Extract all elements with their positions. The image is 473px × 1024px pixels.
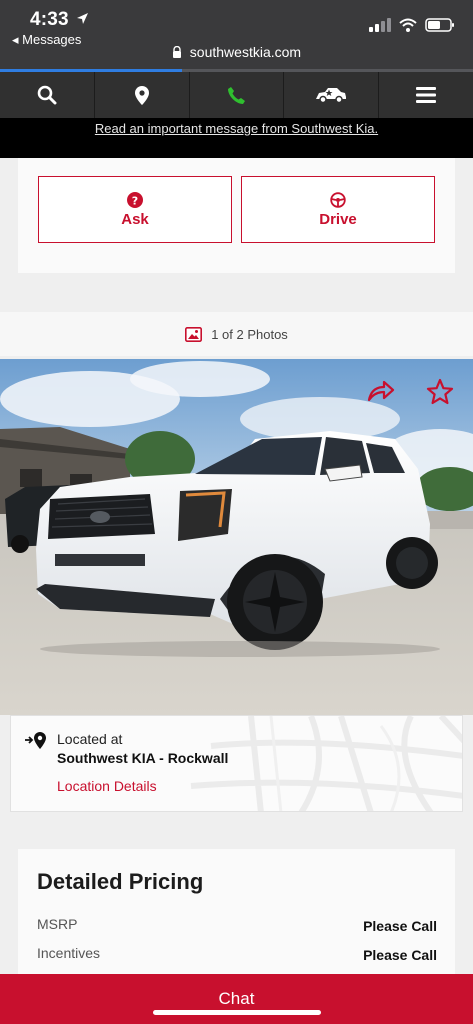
- drive-button[interactable]: Drive: [241, 176, 435, 243]
- location-label: Located at: [57, 731, 123, 747]
- browser-status-bar: 4:33 ◂ Messages southwestkia.com: [0, 0, 473, 72]
- chat-button[interactable]: Chat: [0, 974, 473, 1024]
- photo-count-bar: 1 of 2 Photos: [0, 312, 473, 356]
- signal-icon: [369, 18, 391, 32]
- incentives-value: Please Call: [363, 947, 437, 963]
- photo-icon: [185, 326, 203, 342]
- msrp-value: Please Call: [363, 918, 437, 934]
- search-icon: [37, 85, 57, 105]
- nav-menu-button[interactable]: [379, 72, 473, 118]
- msrp-label: MSRP: [37, 916, 78, 932]
- battery-icon: [425, 18, 454, 32]
- wifi-icon: [399, 18, 417, 32]
- ask-label: Ask: [121, 210, 149, 228]
- phone-icon: [227, 86, 245, 104]
- url-text: southwestkia.com: [189, 44, 302, 60]
- steering-wheel-icon: [330, 191, 346, 208]
- nav-phone-button[interactable]: [190, 72, 285, 118]
- important-message-link[interactable]: Read an important message from Southwest…: [95, 121, 378, 136]
- site-nav-bar: [0, 72, 473, 118]
- location-card: Located at Southwest KIA - Rockwall Loca…: [10, 715, 463, 812]
- lock-icon: [172, 45, 181, 58]
- question-icon: ?: [127, 191, 143, 208]
- drive-label: Drive: [319, 210, 357, 228]
- pricing-title: Detailed Pricing: [37, 869, 204, 894]
- home-indicator: [153, 1010, 321, 1015]
- svg-text:?: ?: [132, 194, 138, 207]
- ask-button[interactable]: ? Ask: [38, 176, 232, 243]
- incentives-label: Incentives: [37, 945, 101, 961]
- nav-location-button[interactable]: [95, 72, 190, 118]
- menu-icon: [416, 87, 437, 103]
- dealer-name: Southwest KIA - Rockwall: [57, 750, 229, 766]
- share-icon[interactable]: [367, 380, 395, 404]
- location-arrow-icon: [77, 13, 88, 24]
- action-card: ? Ask Drive: [18, 158, 455, 273]
- clock: 4:33: [30, 9, 69, 30]
- map-pin-icon: [134, 85, 149, 105]
- status-icons: [369, 18, 455, 32]
- location-details-link[interactable]: Location Details: [57, 778, 157, 794]
- nav-search-button[interactable]: [0, 72, 95, 118]
- favorite-star-icon[interactable]: [426, 378, 454, 406]
- pricing-card: Detailed Pricing MSRP Please Call Incent…: [18, 849, 455, 979]
- location-pin-icon: [25, 732, 46, 749]
- nav-inventory-button[interactable]: [284, 72, 380, 118]
- important-message-bar: Read an important message from Southwest…: [0, 118, 473, 158]
- address-bar[interactable]: southwestkia.com: [0, 44, 473, 60]
- vehicle-photo[interactable]: [0, 359, 473, 715]
- car-icon: [316, 88, 347, 103]
- photo-count-text: 1 of 2 Photos: [211, 326, 288, 342]
- chat-label: Chat: [218, 989, 255, 1008]
